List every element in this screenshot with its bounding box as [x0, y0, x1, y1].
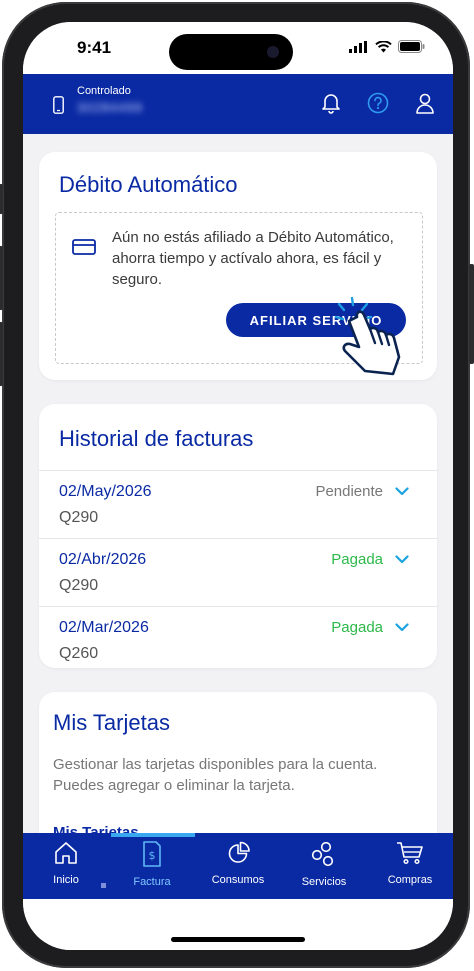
camera-icon	[267, 46, 279, 58]
tab-dot	[101, 883, 106, 888]
historial-title: Historial de facturas	[59, 426, 254, 451]
chevron-down-icon[interactable]	[395, 623, 409, 632]
invoice-status: Pagada	[331, 619, 383, 636]
tap-hand-icon	[334, 297, 401, 376]
bottom-tab-bar: Inicio $ Factura Consumos Servicios Comp…	[23, 833, 453, 899]
tarjetas-title: Mis Tarjetas	[53, 710, 170, 735]
status-icons	[349, 40, 425, 53]
tab-label: Servicios	[301, 876, 347, 888]
invoice-amount: Q260	[59, 645, 99, 662]
wifi-icon	[375, 40, 392, 52]
tab-compras[interactable]: Compras	[370, 841, 450, 886]
services-icon	[311, 841, 334, 867]
home-icon	[55, 842, 77, 864]
invoice-status: Pagada	[331, 551, 383, 568]
chevron-down-icon[interactable]	[395, 555, 409, 564]
dynamic-island	[169, 34, 293, 70]
tarjetas-card: Mis Tarjetas Gestionar las tarjetas disp…	[39, 692, 437, 834]
volume-up-button	[0, 246, 3, 310]
tab-label: Inicio	[53, 874, 79, 886]
help-icon[interactable]	[367, 92, 389, 114]
historial-card: Historial de facturas 02/May/2026 Q290 P…	[39, 404, 437, 668]
app-bar-actions	[321, 92, 435, 114]
tarjetas-description: Gestionar las tarjetas disponibles para …	[53, 756, 378, 794]
chevron-down-icon[interactable]	[395, 487, 409, 496]
invoice-row[interactable]: 02/Abr/2026 Q290 Pagada	[39, 538, 437, 607]
screen: 9:41 Controlado 30284499 Débito Automáti…	[23, 22, 453, 950]
invoice-icon: $	[143, 841, 161, 867]
debito-description: Aún no estás afiliado a Débito Automátic…	[112, 229, 394, 288]
power-button	[469, 264, 474, 364]
invoice-row[interactable]: 02/Mar/2026 Q260 Pagada	[39, 606, 437, 675]
app-bar: Controlado 30284499	[23, 74, 453, 134]
account-number: 30284499	[77, 100, 143, 115]
home-indicator-area	[23, 899, 453, 950]
volume-down-button	[0, 322, 3, 386]
tab-factura[interactable]: $ Factura	[112, 841, 192, 888]
invoice-date: 02/Abr/2026	[59, 551, 147, 568]
status-bar: 9:41	[23, 22, 453, 74]
invoice-status: Pendiente	[315, 483, 383, 500]
debito-title: Débito Automático	[59, 172, 238, 197]
bell-icon[interactable]	[321, 92, 341, 114]
invoice-date: 02/May/2026	[59, 483, 152, 500]
cart-icon	[397, 842, 423, 865]
credit-card-icon	[72, 239, 96, 255]
invoice-amount: Q290	[59, 509, 99, 526]
main-content: Débito Automático Aún no estás afiliado …	[23, 134, 453, 834]
tab-label: Compras	[387, 874, 433, 886]
tab-inicio[interactable]: Inicio	[26, 841, 106, 886]
signal-icon	[349, 40, 367, 53]
user-icon[interactable]	[415, 92, 435, 114]
tab-label: Consumos	[211, 874, 265, 886]
phone-device-icon	[53, 96, 64, 114]
invoice-row[interactable]: 02/May/2026 Q290 Pendiente	[39, 470, 437, 539]
action-button	[0, 184, 3, 214]
account-type-label: Controlado	[77, 85, 131, 97]
invoice-date: 02/Mar/2026	[59, 619, 149, 636]
pie-chart-icon	[228, 841, 250, 863]
tab-label: Factura	[133, 876, 171, 888]
debito-card: Débito Automático Aún no estás afiliado …	[39, 152, 437, 380]
home-indicator[interactable]	[171, 937, 305, 942]
status-time: 9:41	[77, 38, 112, 57]
invoice-amount: Q290	[59, 577, 99, 594]
battery-icon	[398, 40, 425, 53]
active-tab-indicator	[111, 833, 195, 837]
phone-frame: 9:41 Controlado 30284499 Débito Automáti…	[0, 2, 474, 968]
svg-text:$: $	[149, 849, 156, 862]
tab-consumos[interactable]: Consumos	[198, 841, 278, 886]
tab-servicios[interactable]: Servicios	[284, 841, 364, 888]
